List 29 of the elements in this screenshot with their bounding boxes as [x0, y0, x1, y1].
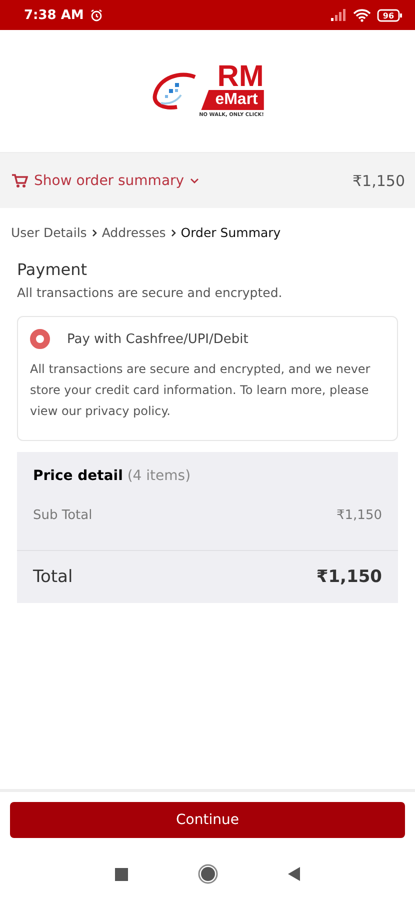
- signal-icon: [331, 9, 347, 21]
- recents-icon[interactable]: [115, 868, 128, 880]
- battery-icon: 96: [377, 8, 403, 22]
- logo-subtitle: eMart: [201, 90, 264, 110]
- payment-option-description: All transactions are secure and encrypted, and we never store your credit card information. To learn more, please view our privacy policy.: [30, 361, 372, 420]
- status-time: 7:38 AM: [24, 8, 84, 22]
- payment-title: Payment: [17, 260, 88, 279]
- chevron-right-icon: [92, 228, 97, 236]
- total-value: ₹1,150: [316, 567, 382, 587]
- breadcrumb-link[interactable]: User Details: [11, 225, 87, 240]
- price-label: Sub Total: [33, 508, 92, 523]
- breadcrumb-link[interactable]: Order Summary: [180, 225, 281, 240]
- breadcrumb-link[interactable]: Addresses: [102, 225, 166, 240]
- wifi-icon: [353, 8, 371, 22]
- order-total: ₹1,150: [352, 172, 405, 190]
- alarm-icon: [90, 8, 103, 22]
- logo-title: RM: [217, 64, 264, 90]
- radio-button[interactable]: [30, 329, 50, 349]
- continue-button[interactable]: Continue: [10, 802, 405, 838]
- chevron-right-icon: [170, 228, 176, 236]
- cart-icon: [12, 174, 28, 188]
- price-value: ₹1,150: [336, 508, 382, 523]
- order-summary-toggle[interactable]: Show order summary: [12, 172, 200, 188]
- payment-option-label: Pay with Cashfree/UPI/Debit: [67, 332, 248, 346]
- total-label: Total: [33, 567, 73, 587]
- back-icon[interactable]: [288, 867, 300, 881]
- payment-subtitle: All transactions are secure and encrypted.: [17, 285, 284, 300]
- home-icon[interactable]: [198, 864, 218, 884]
- price-detail-title: Price detail (4 items): [32, 467, 192, 484]
